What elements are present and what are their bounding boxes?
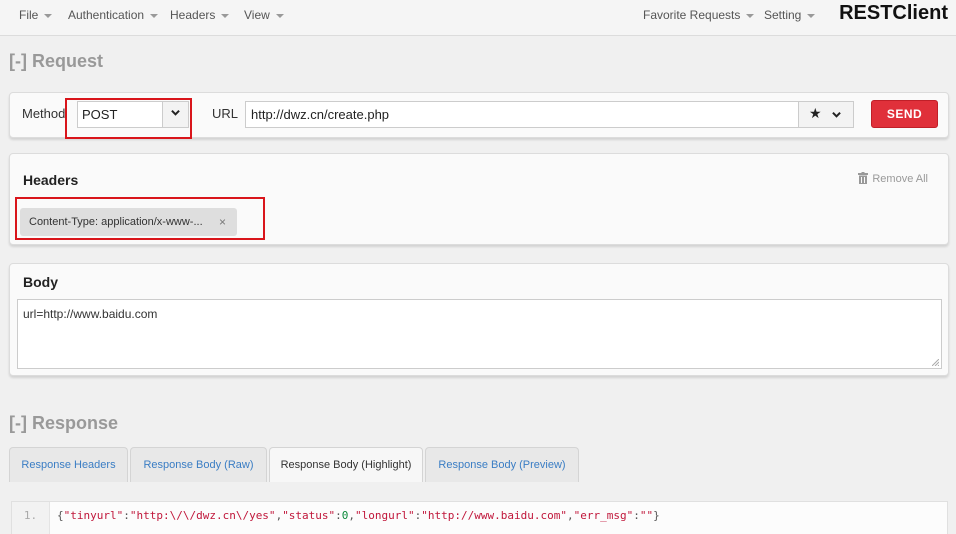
code-token: : — [123, 509, 130, 522]
code-token: : — [335, 509, 342, 522]
menu-favorite-requests[interactable]: Favorite Requests — [643, 0, 755, 30]
menu-file[interactable]: File — [19, 0, 53, 30]
code-token: "http://www.baidu.com" — [421, 509, 567, 522]
tab-response-headers[interactable]: Response Headers — [9, 447, 128, 482]
method-label: Method — [22, 106, 66, 121]
headers-panel: Headers Remove All Content-Type: applica… — [9, 153, 949, 245]
chevron-down-icon[interactable] — [832, 110, 841, 119]
caret-down-icon — [746, 13, 755, 18]
header-highlight-box — [15, 197, 265, 240]
send-button[interactable]: SEND — [871, 100, 938, 128]
menu-authentication[interactable]: Authentication — [68, 0, 159, 30]
caret-down-icon — [150, 13, 159, 18]
body-value: url=http://www.baidu.com — [23, 307, 158, 321]
trash-icon — [858, 172, 869, 184]
url-label: URL — [212, 106, 239, 121]
code-token: "http:\/\/dwz.cn\/yes" — [129, 509, 276, 522]
line-number: 1. — [12, 502, 50, 534]
top-navbar: File Authentication Headers View Favorit… — [0, 0, 956, 36]
star-icon[interactable]: ★ — [809, 105, 822, 122]
caret-down-icon — [44, 13, 53, 18]
remove-all-button[interactable]: Remove All — [858, 172, 928, 185]
menu-setting[interactable]: Setting — [764, 0, 816, 30]
body-title: Body — [23, 274, 58, 290]
caret-down-icon — [807, 13, 816, 18]
code-token: } — [653, 509, 660, 522]
code-token: "" — [639, 509, 654, 522]
menu-view[interactable]: View — [244, 0, 284, 30]
menu-headers[interactable]: Headers — [170, 0, 230, 30]
code-token: , — [566, 509, 574, 522]
caret-down-icon — [221, 13, 230, 18]
url-input[interactable]: http://dwz.cn/create.php — [245, 101, 798, 128]
code-token: "err_msg" — [573, 509, 634, 522]
caret-down-icon — [275, 13, 284, 18]
code-token: : — [633, 509, 640, 522]
response-code-line: {"tinyurl":"http:\/\/dwz.cn\/yes","statu… — [57, 502, 660, 530]
code-token: "status" — [282, 509, 336, 522]
app-brand: RESTClient — [839, 2, 948, 24]
response-code-block: 1. {"tinyurl":"http:\/\/dwz.cn\/yes","st… — [11, 501, 948, 534]
resize-handle-icon[interactable] — [932, 359, 939, 366]
tab-response-body-raw[interactable]: Response Body (Raw) — [130, 447, 267, 482]
code-token: "tinyurl" — [63, 509, 124, 522]
request-panel: Method POST URL http://dwz.cn/create.php… — [9, 92, 949, 139]
body-textarea[interactable]: url=http://www.baidu.com — [17, 299, 942, 369]
code-token: "longurl" — [355, 509, 415, 522]
tab-response-body-highlight[interactable]: Response Body (Highlight) — [269, 447, 423, 482]
headers-title: Headers — [23, 172, 79, 188]
method-highlight-box — [65, 98, 192, 139]
response-section-title[interactable]: [-] Response — [9, 413, 118, 434]
tab-response-body-preview[interactable]: Response Body (Preview) — [425, 447, 579, 482]
code-token: { — [57, 509, 64, 522]
body-panel: Body url=http://www.baidu.com — [9, 263, 949, 376]
request-section-title[interactable]: [-] Request — [9, 51, 103, 72]
favorite-url-addon[interactable]: ★ — [798, 101, 854, 128]
